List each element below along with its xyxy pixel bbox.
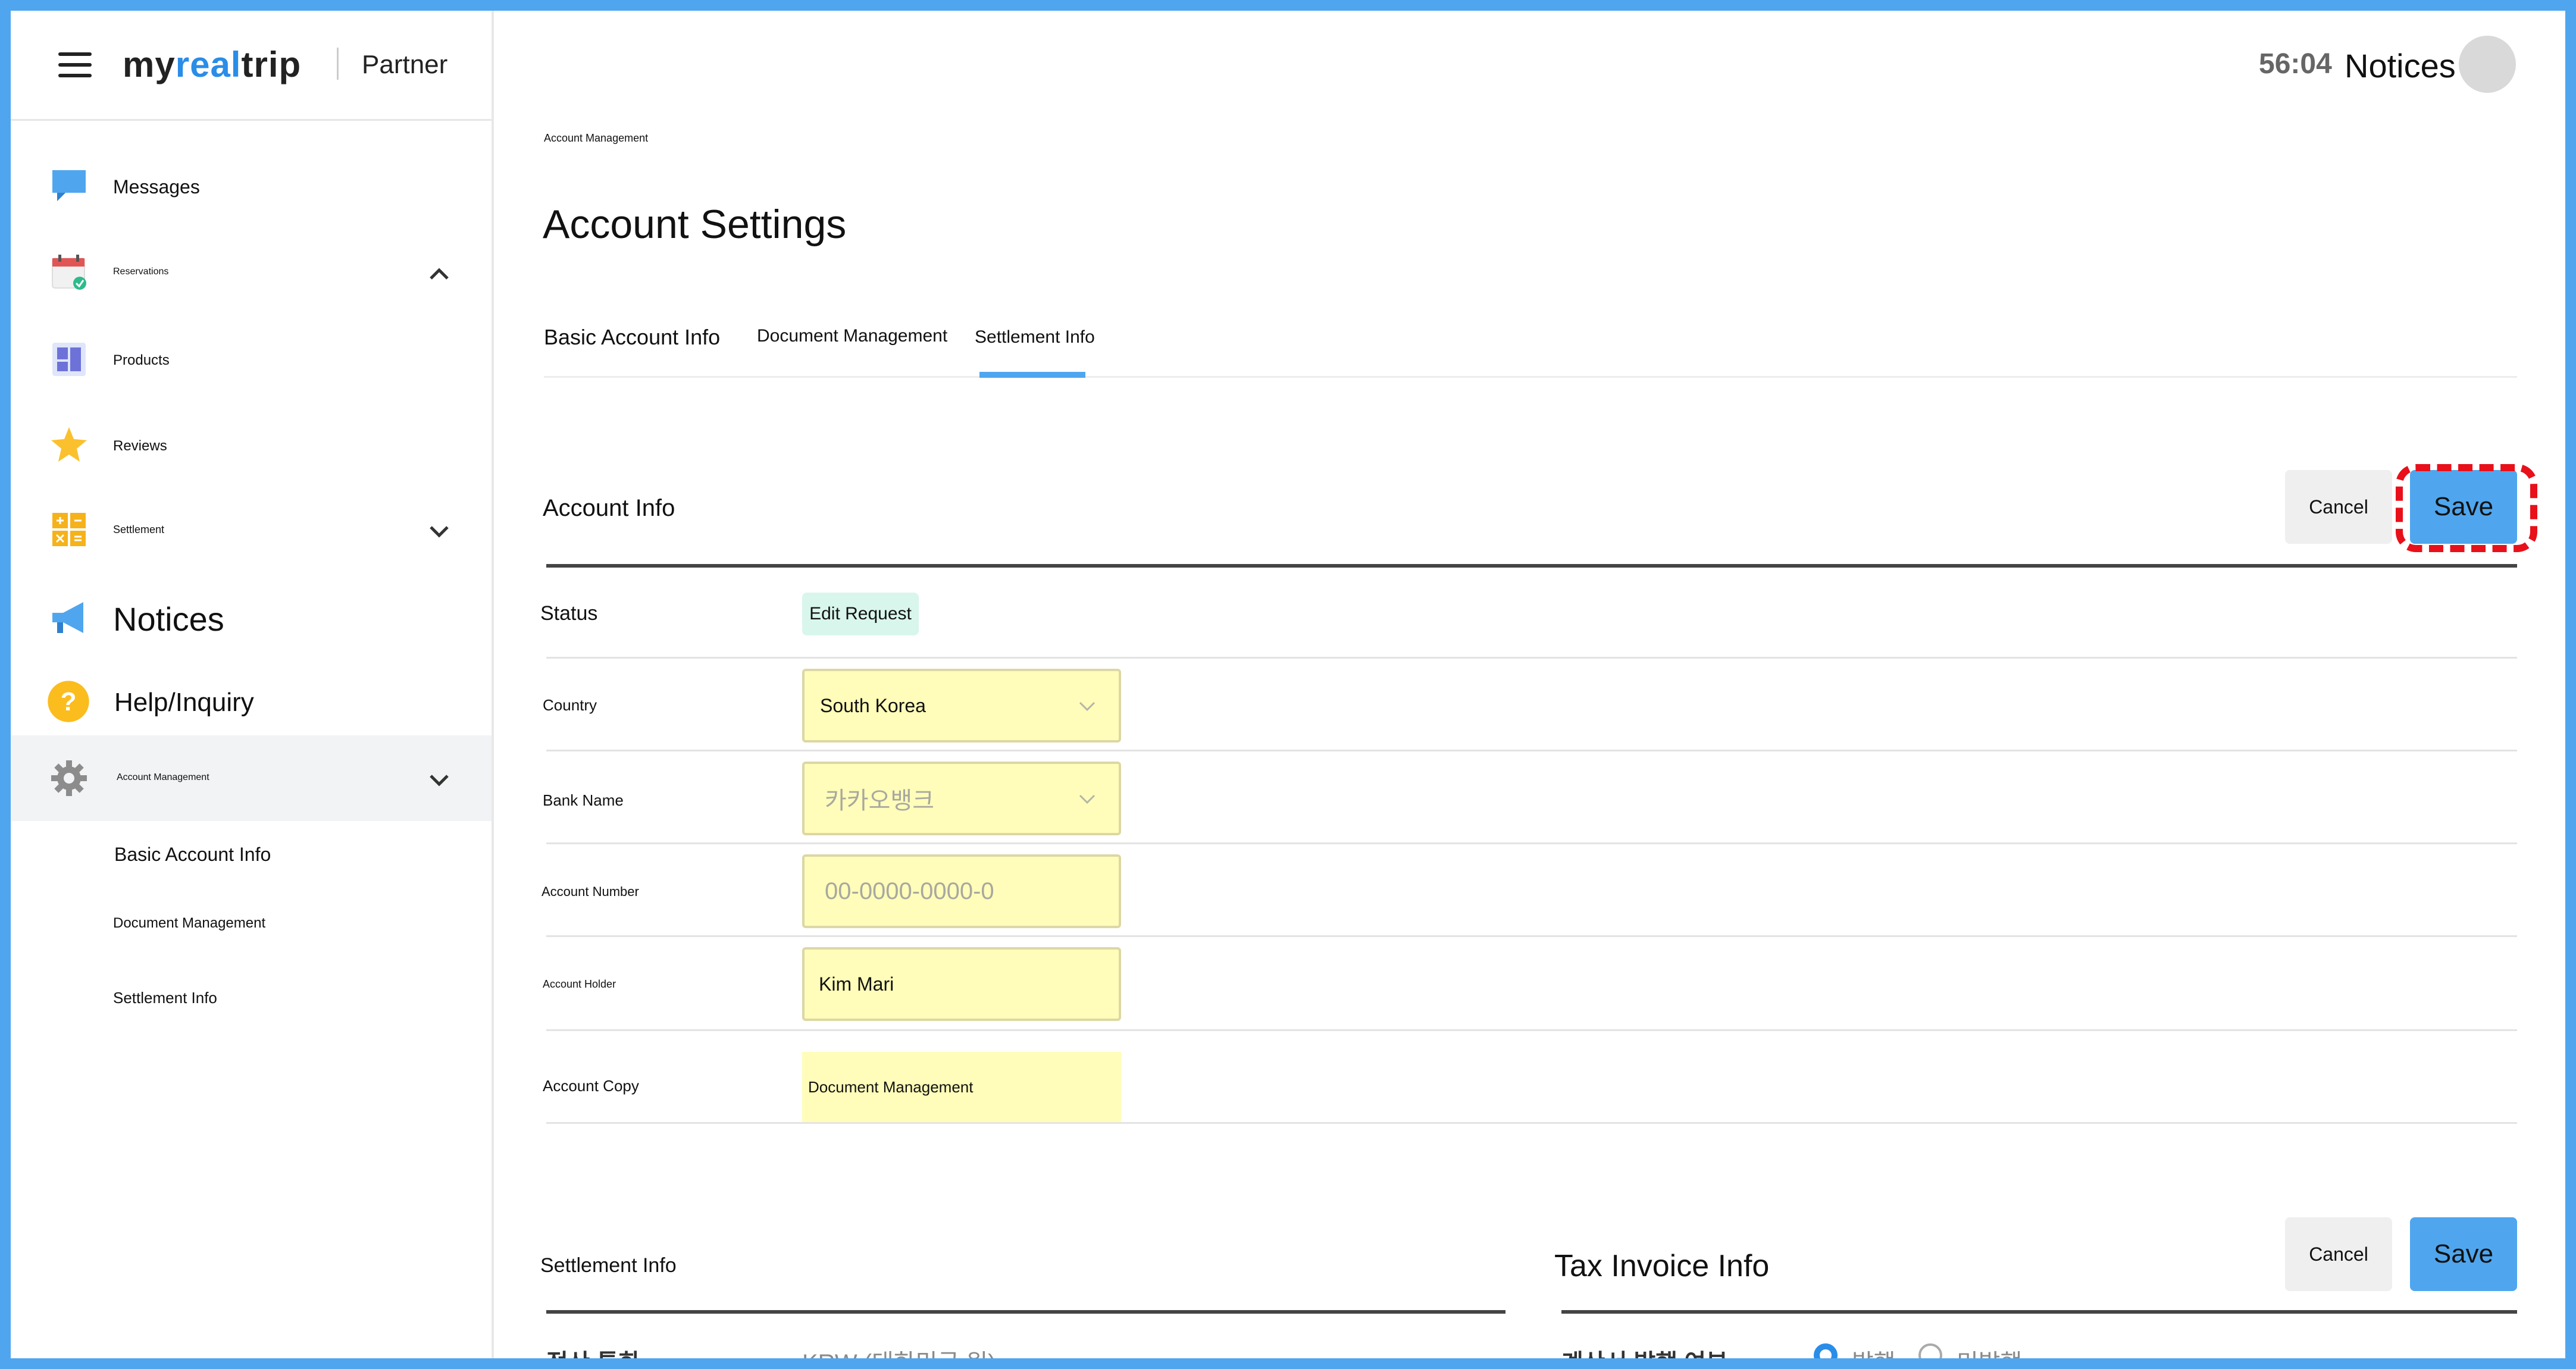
row-divider	[546, 935, 2517, 937]
settlement-info-title: Settlement Info	[540, 1254, 677, 1277]
sidebar: myrealtrip Partner Messages Reservations…	[11, 11, 494, 1358]
row-divider	[546, 1029, 2517, 1031]
logo[interactable]: myrealtrip	[123, 44, 301, 85]
radio-issue-label: 발행	[1852, 1343, 1896, 1358]
sidebar-subitem-settlement-info[interactable]: Settlement Info	[113, 989, 217, 1007]
cancel-button[interactable]: Cancel	[2285, 470, 2392, 544]
account-number-label: Account Number	[542, 884, 639, 899]
currency-label: 정산 통화	[546, 1343, 640, 1358]
gear-icon	[51, 760, 87, 796]
bank-select[interactable]: 카카오뱅크	[802, 762, 1121, 835]
breadcrumb[interactable]: Account Management	[544, 132, 648, 145]
sidebar-item-help[interactable]: ? Help/Inquiry	[11, 665, 492, 737]
logo-divider	[337, 48, 339, 80]
sidebar-item-products[interactable]: Products	[11, 327, 492, 393]
logo-text-real: real	[175, 45, 242, 84]
question-circle-icon: ?	[48, 681, 89, 722]
radio-no-issue[interactable]	[1918, 1343, 1942, 1358]
page-title: Account Settings	[543, 202, 847, 247]
status-badge: Edit Request	[802, 593, 919, 635]
sidebar-header: myrealtrip Partner	[11, 11, 492, 121]
app-window: myrealtrip Partner Messages Reservations…	[11, 11, 2565, 1358]
calendar-check-icon	[52, 255, 86, 290]
session-timer: 56:04	[2259, 48, 2332, 80]
sidebar-item-label: Products	[113, 352, 170, 368]
partner-label: Partner	[362, 50, 448, 79]
calculator-icon	[52, 513, 86, 546]
dashboard-grid-icon	[52, 343, 86, 376]
tab-settlement-info[interactable]: Settlement Info	[975, 327, 1095, 347]
chevron-down-icon	[1079, 794, 1095, 804]
row-divider	[546, 842, 2517, 844]
chevron-down-icon	[1079, 701, 1095, 712]
sidebar-item-account-management[interactable]: Account Management	[11, 735, 492, 821]
radio-issue[interactable]	[1814, 1343, 1838, 1358]
notices-link[interactable]: Notices	[2345, 46, 2456, 85]
account-info-title: Account Info	[543, 495, 675, 521]
tax-issue-label: 계산서 발행 여부	[1561, 1343, 1728, 1358]
avatar[interactable]	[2459, 36, 2516, 93]
chat-bubble-icon	[52, 170, 86, 201]
account-copy-link[interactable]: Document Management	[808, 1052, 973, 1122]
radio-no-issue-label: 미발행	[1957, 1343, 2022, 1358]
tabs-divider	[544, 376, 2517, 378]
sidebar-item-label: Reviews	[113, 438, 167, 454]
logo-text-trip: trip	[241, 45, 302, 84]
sidebar-item-label: Help/Inquiry	[114, 688, 254, 717]
country-select[interactable]: South Korea	[802, 669, 1121, 743]
row-divider	[546, 1122, 2517, 1124]
sidebar-item-messages[interactable]: Messages	[11, 153, 492, 219]
country-select-value: South Korea	[820, 694, 926, 716]
tax-save-button[interactable]: Save	[2410, 1217, 2517, 1291]
account-holder-value: Kim Mari	[819, 973, 894, 995]
star-icon	[51, 427, 87, 462]
account-holder-input[interactable]: Kim Mari	[802, 947, 1121, 1021]
sidebar-item-label: Messages	[113, 176, 200, 198]
section-divider	[546, 564, 2517, 568]
section-divider	[1561, 1310, 2517, 1314]
save-button-highlight	[2396, 464, 2537, 552]
chevron-down-icon[interactable]	[427, 767, 451, 791]
bank-label: Bank Name	[543, 791, 624, 809]
active-tab-indicator	[979, 372, 1085, 378]
sidebar-item-settlement[interactable]: Settlement	[11, 497, 492, 563]
currency-value: KRW (대한민국 원)	[802, 1343, 996, 1358]
tax-invoice-title: Tax Invoice Info	[1554, 1249, 1770, 1283]
account-copy-upload[interactable]: Document Management	[802, 1052, 1121, 1122]
logo-text-my: my	[123, 45, 176, 84]
chevron-down-icon[interactable]	[427, 519, 451, 543]
sidebar-subitem-basic-account-info[interactable]: Basic Account Info	[114, 844, 271, 866]
sidebar-item-reviews[interactable]: Reviews	[11, 413, 492, 478]
svg-text:?: ?	[61, 687, 77, 716]
section-divider	[546, 1310, 1505, 1314]
country-label: Country	[543, 696, 597, 714]
chevron-up-icon[interactable]	[427, 262, 451, 286]
account-number-placeholder: 00-0000-0000-0	[825, 878, 994, 904]
sidebar-item-label: Settlement	[113, 524, 165, 535]
tax-cancel-button[interactable]: Cancel	[2285, 1217, 2392, 1291]
sidebar-item-label: Reservations	[113, 267, 169, 277]
status-label: Status	[540, 602, 598, 625]
account-copy-label: Account Copy	[543, 1077, 639, 1095]
sidebar-subitem-document-management[interactable]: Document Management	[113, 915, 265, 932]
sidebar-item-label: Account Management	[117, 772, 209, 782]
account-number-input[interactable]: 00-0000-0000-0	[802, 854, 1121, 928]
row-divider	[546, 657, 2517, 659]
sidebar-item-notices[interactable]: Notices	[11, 582, 492, 653]
tab-document-management[interactable]: Document Management	[757, 326, 947, 346]
tab-basic-account-info[interactable]: Basic Account Info	[544, 325, 720, 350]
bank-select-value: 카카오뱅크	[825, 788, 934, 814]
account-holder-label: Account Holder	[543, 978, 616, 990]
row-divider	[546, 750, 2517, 751]
sidebar-item-reservations[interactable]: Reservations	[11, 240, 492, 306]
megaphone-icon	[52, 602, 83, 633]
hamburger-menu-icon[interactable]	[58, 52, 92, 77]
sidebar-item-label: Notices	[113, 600, 224, 638]
